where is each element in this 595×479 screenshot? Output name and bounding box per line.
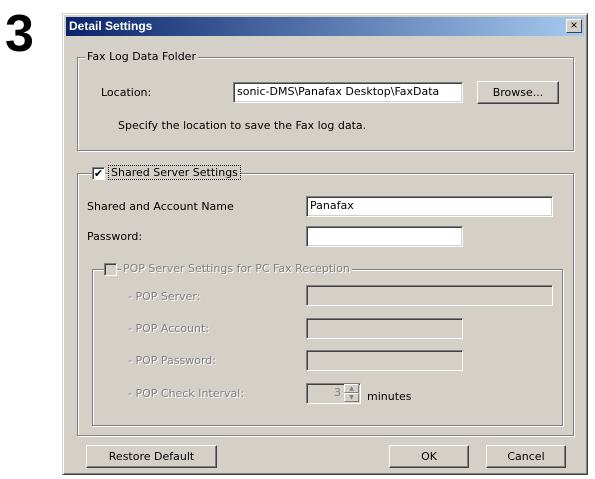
account-name-label: Shared and Account Name — [87, 200, 234, 213]
pop-password-field[interactable] — [306, 350, 463, 371]
spin-down-icon[interactable]: ▼ — [344, 393, 359, 402]
pop-interval-value: 3 — [334, 386, 341, 399]
pop-server-checkbox[interactable] — [104, 263, 117, 276]
location-hint: Specify the location to save the Fax log… — [118, 119, 367, 132]
pop-interval-label: - POP Check Interval: — [128, 387, 245, 400]
account-name-field[interactable]: Panafax — [306, 196, 553, 217]
cancel-button[interactable]: Cancel — [486, 445, 566, 468]
spin-up-icon[interactable]: ▲ — [344, 384, 359, 393]
shared-server-checkbox[interactable]: ✔ — [92, 167, 105, 180]
ok-button[interactable]: OK — [389, 445, 469, 468]
pop-interval-spinner[interactable]: ▲ ▼ — [344, 384, 359, 403]
step-number: 3 — [5, 5, 34, 63]
close-button[interactable]: × — [566, 19, 582, 33]
restore-default-button[interactable]: Restore Default — [86, 445, 217, 468]
title-bar[interactable]: Detail Settings × — [66, 17, 584, 36]
pop-account-field[interactable] — [306, 318, 463, 339]
fax-log-group — [77, 57, 574, 151]
location-field[interactable]: sonic-DMS\Panafax Desktop\FaxData — [233, 82, 463, 103]
browse-button[interactable]: Browse... — [477, 81, 559, 104]
checkmark-icon: ✔ — [93, 167, 104, 180]
pop-password-label: - POP Password: — [128, 354, 216, 367]
detail-settings-dialog: Detail Settings × Fax Log Data Folder Lo… — [62, 13, 588, 475]
location-label: Location: — [101, 86, 152, 99]
pop-server-legend: POP Server Settings for PC Fax Reception — [121, 262, 352, 275]
pop-interval-unit: minutes — [367, 390, 412, 403]
pop-server-field[interactable] — [306, 285, 553, 306]
pop-server-label: - POP Server: — [128, 290, 201, 303]
password-field[interactable] — [306, 226, 463, 247]
window-title: Detail Settings — [69, 19, 153, 33]
fax-log-legend: Fax Log Data Folder — [85, 50, 198, 63]
password-label: Password: — [87, 230, 143, 243]
close-icon: × — [570, 18, 578, 32]
shared-server-legend[interactable]: Shared Server Settings — [108, 165, 241, 180]
pop-account-label: - POP Account: — [128, 322, 210, 335]
